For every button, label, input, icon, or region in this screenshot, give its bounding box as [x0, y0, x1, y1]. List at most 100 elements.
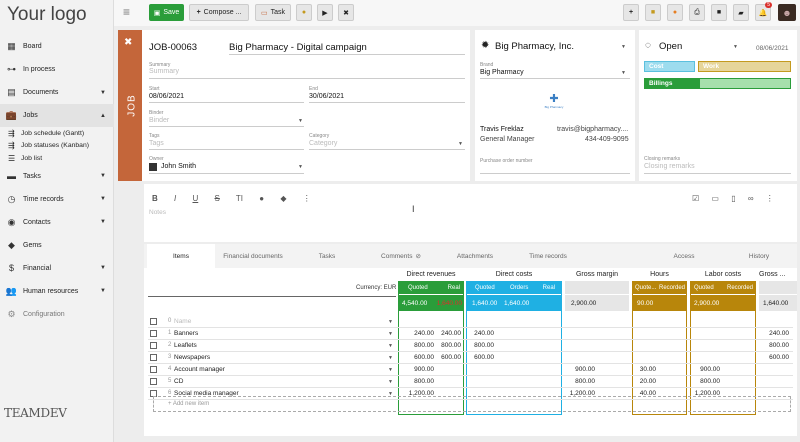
contact-email[interactable]: travis@bigpharmacy.... — [557, 126, 628, 133]
sidebar-item-documents[interactable]: ▤ Documents ▼ — [0, 81, 114, 104]
tab-time-records[interactable]: Time records — [513, 244, 583, 268]
coin-button[interactable]: ● — [296, 4, 312, 21]
summary-input[interactable]: Summary — [149, 68, 179, 75]
underline-icon[interactable]: U — [192, 194, 198, 203]
po-input[interactable] — [480, 173, 630, 174]
sidebar-item-contacts[interactable]: ◉ Contacts ▼ — [0, 211, 114, 234]
save-button[interactable]: ▣ Save — [149, 4, 184, 21]
sidebar-item-configuration[interactable]: ⚙ Configuration — [0, 303, 114, 326]
chevron-down-icon[interactable]: ▼ — [388, 379, 393, 385]
check-icon[interactable]: ☑ — [692, 194, 699, 203]
task-button[interactable]: ▭ Task — [255, 4, 291, 21]
table-row[interactable]: 1 Banners ▼ 240.00 240.00 240.00 240.00 — [144, 328, 797, 340]
sidebar-item-board[interactable]: ▦ Board — [0, 35, 114, 58]
closing-input[interactable]: Closing remarks — [644, 163, 695, 170]
brand-select[interactable]: Big Pharmacy — [480, 69, 524, 76]
sidebar-item-gems[interactable]: ◆ Gems — [0, 234, 114, 257]
more-icon[interactable]: ⋮ — [766, 194, 774, 203]
row-checkbox[interactable] — [150, 354, 157, 361]
add-new-item-button[interactable]: + Add new item — [153, 396, 791, 412]
row-checkbox[interactable] — [150, 366, 157, 373]
tab-access[interactable]: Access — [649, 244, 719, 268]
sidebar-item-in-process[interactable]: ⊶ In process — [0, 58, 114, 81]
table-row[interactable]: 5 CD ▼ 800.00 800.00 20.00 800.00 — [144, 376, 797, 388]
work-bar[interactable]: Work — [698, 61, 791, 72]
file-icon[interactable]: ▯ — [731, 194, 735, 203]
contact-name[interactable]: Travis Freklaz — [480, 126, 524, 133]
row-checkbox[interactable] — [150, 378, 157, 385]
status-select[interactable]: Open — [659, 41, 682, 52]
chevron-down-icon[interactable]: ▼ — [388, 343, 393, 349]
sidebar-subitem-job-schedule[interactable]: ⇶ Job schedule (Gantt) — [0, 127, 114, 140]
tab-comments[interactable]: Comments ⊘ — [366, 244, 436, 268]
chevron-down-icon[interactable]: ▼ — [388, 367, 393, 373]
sidebar-item-financial[interactable]: $ Financial ▼ — [0, 257, 114, 280]
cell-gm[interactable]: 900.00 — [555, 366, 595, 373]
tab-financial-documents[interactable]: Financial documents — [218, 244, 288, 268]
print-button[interactable]: ⎙ — [689, 4, 705, 21]
sidebar-item-time-records[interactable]: ◷ Time records ▼ — [0, 188, 114, 211]
strikethrough-icon[interactable]: S — [215, 194, 220, 203]
image-icon[interactable]: ▭ — [711, 194, 719, 203]
binder-select[interactable]: Binder — [149, 117, 169, 124]
link-icon[interactable]: ∞ — [748, 194, 754, 203]
avatar[interactable]: ☻ — [778, 4, 796, 21]
cell-rq[interactable]: 900.00 — [394, 366, 434, 373]
cell-lq[interactable]: 900.00 — [680, 366, 720, 373]
table-row[interactable]: 0 Name ▼ — [144, 316, 797, 328]
owner-select[interactable]: John Smith — [161, 163, 196, 170]
cell-hq[interactable]: 20.00 — [616, 378, 656, 385]
item-name-input[interactable]: CD — [174, 378, 183, 385]
cell-gm[interactable]: 800.00 — [555, 378, 595, 385]
menu-icon[interactable]: ≡ — [123, 5, 130, 19]
tab-attachments[interactable]: Attachments — [440, 244, 510, 268]
item-name-input[interactable]: Account manager — [174, 366, 225, 373]
notes-button[interactable]: ■ — [645, 4, 661, 21]
chevron-down-icon[interactable]: ▼ — [388, 355, 393, 361]
notes-input[interactable]: Notes — [149, 209, 166, 216]
cell-rq[interactable]: 800.00 — [394, 378, 434, 385]
table-row[interactable]: 2 Leaflets ▼ 800.00 800.00 800.00 800.00 — [144, 340, 797, 352]
chevron-down-icon[interactable]: ▼ — [388, 319, 393, 325]
timer-button[interactable]: ● — [667, 4, 683, 21]
play-button[interactable]: ▶ — [317, 4, 333, 21]
cost-bar[interactable]: Cost — [644, 61, 695, 72]
add-button[interactable]: + — [623, 4, 639, 21]
item-name-input[interactable]: Leaflets — [174, 342, 197, 349]
table-row[interactable]: 4 Account manager ▼ 900.00 900.00 30.00 900.00 — [144, 364, 797, 376]
category-select[interactable]: Category — [309, 140, 337, 147]
sidebar-item-human-resources[interactable]: 👥 Human resources ▼ — [0, 280, 114, 303]
italic-icon[interactable]: I — [174, 194, 176, 203]
compose-button[interactable]: + Compose ... — [189, 4, 249, 21]
client-name[interactable]: Big Pharmacy, Inc. — [495, 41, 574, 52]
sidebar-item-tasks[interactable]: ▬ Tasks ▼ — [0, 165, 114, 188]
sidebar-item-jobs[interactable]: 💼 Jobs ▲ — [0, 104, 114, 127]
item-name-input[interactable]: Name — [174, 318, 191, 325]
color-drop-icon[interactable]: ● — [259, 194, 264, 203]
cell-g2[interactable]: 240.00 — [749, 330, 789, 337]
text-size-icon[interactable]: TI — [236, 194, 243, 203]
billings-bar[interactable]: Billings — [644, 78, 791, 89]
row-checkbox[interactable] — [150, 330, 157, 337]
tags-input[interactable]: Tags — [149, 140, 164, 147]
cell-cq[interactable]: 240.00 — [454, 330, 494, 337]
tab-tasks[interactable]: Tasks — [292, 244, 362, 268]
tab-items[interactable]: Items — [147, 244, 215, 268]
item-name-input[interactable]: Banners — [174, 330, 198, 337]
notifications-button[interactable]: 🔔 5 — [755, 2, 772, 21]
cell-g2[interactable]: 800.00 — [749, 342, 789, 349]
chevron-down-icon[interactable]: ▼ — [388, 331, 393, 337]
cell-lq[interactable]: 800.00 — [680, 378, 720, 385]
tag-icon[interactable]: ◆ — [280, 194, 286, 203]
sidebar-subitem-job-statuses[interactable]: ⇶ Job statuses (Kanban) — [0, 140, 114, 153]
tab-history[interactable]: History — [724, 244, 794, 268]
item-name-input[interactable]: Newspapers — [174, 354, 210, 361]
cell-g2[interactable]: 600.00 — [749, 354, 789, 361]
more-icon[interactable]: ⋮ — [303, 194, 311, 203]
app-logo[interactable]: Your logo — [7, 4, 87, 26]
end-date-input[interactable]: 30/06/2021 — [309, 93, 344, 100]
row-checkbox[interactable] — [150, 318, 157, 325]
cell-hq[interactable]: 30.00 — [616, 366, 656, 373]
tools-button[interactable]: ✖ — [338, 4, 354, 21]
start-date-input[interactable]: 08/06/2021 — [149, 93, 184, 100]
